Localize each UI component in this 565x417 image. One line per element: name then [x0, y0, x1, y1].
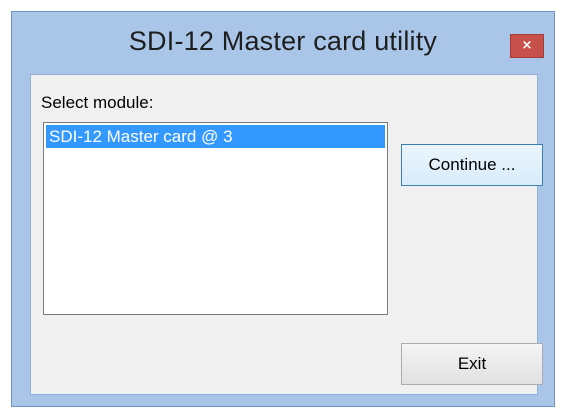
dialog-window: SDI-12 Master card utility × Select modu…	[11, 11, 555, 407]
close-icon: ×	[521, 38, 533, 53]
window-title: SDI-12 Master card utility	[128, 26, 438, 56]
select-module-label: Select module:	[41, 93, 154, 112]
close-button[interactable]: ×	[510, 34, 544, 58]
continue-button[interactable]: Continue ...	[401, 144, 543, 186]
dialog-client-area: Select module: SDI-12 Master card @ 3 Co…	[30, 74, 543, 395]
module-listbox[interactable]: SDI-12 Master card @ 3	[43, 122, 388, 315]
title-bar[interactable]: SDI-12 Master card utility ×	[12, 12, 554, 74]
exit-button[interactable]: Exit	[401, 343, 543, 385]
list-item[interactable]: SDI-12 Master card @ 3	[46, 125, 385, 148]
